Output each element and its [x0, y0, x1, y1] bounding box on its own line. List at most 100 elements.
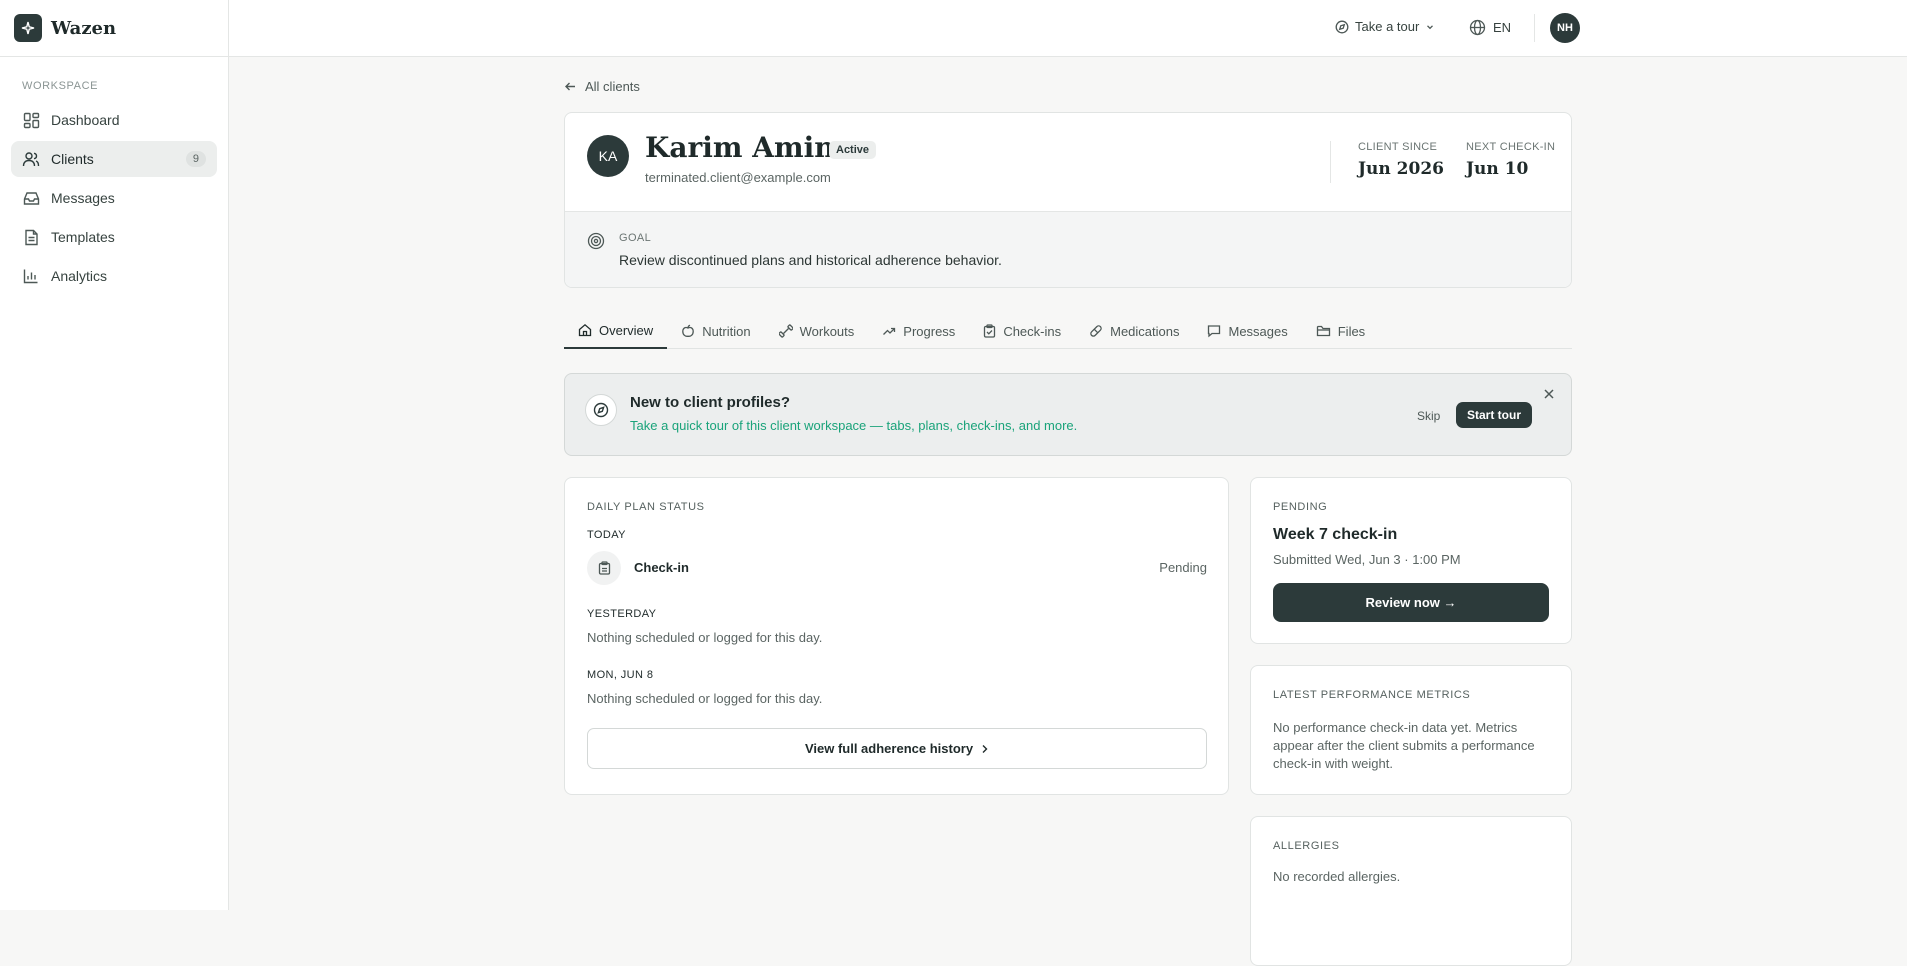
tab-label: Nutrition — [702, 323, 751, 339]
sidebar-nav: Dashboard Clients 9 Messages Templates A… — [0, 102, 228, 294]
clipboard-icon — [984, 324, 996, 338]
goal-label: GOAL — [619, 232, 652, 244]
tab-check-ins[interactable]: Check-ins — [969, 313, 1075, 349]
start-tour-button[interactable]: Start tour — [1456, 402, 1532, 428]
tab-messages[interactable]: Messages — [1193, 313, 1301, 349]
close-icon[interactable] — [1543, 387, 1555, 403]
next-checkin-stat: NEXT CHECK-IN Jun 10 — [1466, 141, 1555, 179]
brand[interactable]: Wazen — [0, 0, 228, 57]
sidebar-item-label: Templates — [51, 229, 115, 245]
tab-overview[interactable]: Overview — [564, 313, 668, 349]
allergies-empty-text: No recorded allergies. — [1273, 869, 1401, 884]
client-profile-card: KA Karim Amin Active terminated.client@e… — [564, 112, 1572, 288]
pending-label: PENDING — [1273, 501, 1328, 513]
clients-count-badge: 9 — [185, 151, 206, 167]
client-tabs: Overview Nutrition Workouts Progress Che… — [564, 313, 1572, 349]
brand-name: Wazen — [51, 17, 117, 39]
compass-icon — [585, 394, 617, 426]
trend-icon — [883, 327, 896, 335]
back-to-clients-link[interactable]: All clients — [564, 79, 640, 94]
chevron-down-icon — [1427, 24, 1434, 29]
target-icon — [587, 232, 605, 253]
globe-icon — [1469, 19, 1486, 36]
tab-files[interactable]: Files — [1302, 313, 1379, 349]
checkin-row[interactable]: Check-in Pending — [587, 551, 1207, 585]
tab-label: Messages — [1228, 323, 1288, 339]
tab-nutrition[interactable]: Nutrition — [667, 313, 764, 349]
sidebar-item-messages[interactable]: Messages — [11, 180, 217, 216]
daily-plan-title: DAILY PLAN STATUS — [587, 501, 705, 513]
tour-banner-subtitle: Take a quick tour of this client workspa… — [630, 418, 1078, 433]
client-avatar: KA — [587, 135, 629, 177]
language-label: EN — [1493, 20, 1512, 35]
clipboard-icon — [587, 551, 621, 585]
sidebar-item-label: Messages — [51, 190, 115, 206]
stats-divider — [1330, 141, 1331, 183]
inbox-icon — [22, 189, 40, 207]
checkin-name: Check-in — [634, 560, 689, 575]
pending-title: Week 7 check-in — [1273, 526, 1398, 543]
user-avatar[interactable]: NH — [1550, 13, 1580, 43]
sidebar-item-clients[interactable]: Clients 9 — [11, 141, 217, 177]
tab-label: Check-ins — [1003, 323, 1062, 339]
client-email: terminated.client@example.com — [645, 170, 831, 185]
tab-label: Files — [1337, 323, 1366, 339]
pill-icon — [1090, 325, 1102, 337]
metrics-empty-text: No performance check-in data yet. Metric… — [1273, 720, 1535, 771]
chevron-right-icon — [982, 744, 988, 753]
tab-workouts[interactable]: Workouts — [765, 313, 869, 349]
skip-button[interactable]: Skip — [1417, 409, 1440, 423]
today-label: TODAY — [587, 529, 626, 541]
language-switcher[interactable]: EN — [1469, 19, 1511, 36]
allergies-label: ALLERGIES — [1273, 840, 1340, 852]
sidebar-item-label: Clients — [51, 151, 94, 167]
sidebar: Wazen WORKSPACE Dashboard Clients 9 Mess… — [0, 0, 229, 910]
performance-metrics-card: LATEST PERFORMANCE METRICS No performanc… — [1250, 665, 1572, 795]
apple-icon — [682, 324, 695, 337]
sidebar-item-label: Dashboard — [51, 112, 120, 128]
chat-icon — [1208, 325, 1221, 338]
tab-label: Overview — [599, 322, 654, 338]
sidebar-item-templates[interactable]: Templates — [11, 219, 217, 255]
tab-label: Medications — [1110, 323, 1180, 339]
dumbbell-icon — [778, 324, 793, 338]
client-since-value: Jun 2026 — [1358, 159, 1444, 179]
sidebar-item-analytics[interactable]: Analytics — [11, 258, 217, 294]
folder-icon — [1316, 325, 1330, 337]
pending-submitted: Submitted Wed, Jun 3 · 1:00 PM — [1273, 552, 1461, 567]
logo-icon — [14, 14, 42, 42]
sidebar-item-dashboard[interactable]: Dashboard — [11, 102, 217, 138]
tab-medications[interactable]: Medications — [1075, 313, 1193, 349]
bar-chart-icon — [22, 267, 40, 285]
take-tour-label: Take a tour — [1355, 19, 1420, 34]
client-since-stat: CLIENT SINCE Jun 2026 — [1358, 141, 1444, 179]
next-checkin-label: NEXT CHECK-IN — [1466, 141, 1556, 153]
yesterday-label: YESTERDAY — [587, 608, 657, 620]
take-tour-dropdown[interactable]: Take a tour — [1335, 19, 1435, 34]
goal-text: Review discontinued plans and historical… — [619, 252, 1002, 268]
arrow-left-icon — [565, 82, 575, 91]
status-badge: Active — [829, 141, 877, 159]
goal-section: GOAL Review discontinued plans and histo… — [565, 211, 1571, 287]
compass-icon — [1335, 20, 1349, 33]
mon-jun-8-label: MON, JUN 8 — [587, 669, 654, 681]
allergies-card: ALLERGIES No recorded allergies. — [1250, 816, 1572, 966]
users-icon — [22, 150, 40, 168]
client-name: Karim Amin — [645, 131, 835, 164]
review-now-button[interactable]: Review now → — [1273, 583, 1549, 622]
view-adherence-history-button[interactable]: View full adherence history — [587, 728, 1207, 769]
tab-progress[interactable]: Progress — [868, 313, 969, 349]
client-since-label: CLIENT SINCE — [1358, 141, 1438, 153]
pending-checkin-card: PENDING Week 7 check-in Submitted Wed, J… — [1250, 477, 1572, 644]
tab-label: Progress — [903, 323, 956, 339]
history-button-label: View full adherence history — [804, 741, 974, 756]
dashboard-icon — [22, 111, 40, 129]
tab-label: Workouts — [799, 323, 855, 339]
back-link-label: All clients — [585, 79, 640, 94]
workspace-label: WORKSPACE — [22, 80, 99, 92]
tour-banner: New to client profiles? Take a quick tou… — [564, 373, 1572, 456]
tour-banner-title: New to client profiles? — [630, 394, 791, 411]
metrics-label: LATEST PERFORMANCE METRICS — [1273, 689, 1471, 701]
sidebar-item-label: Analytics — [51, 268, 108, 284]
checkin-status: Pending — [1159, 560, 1207, 575]
